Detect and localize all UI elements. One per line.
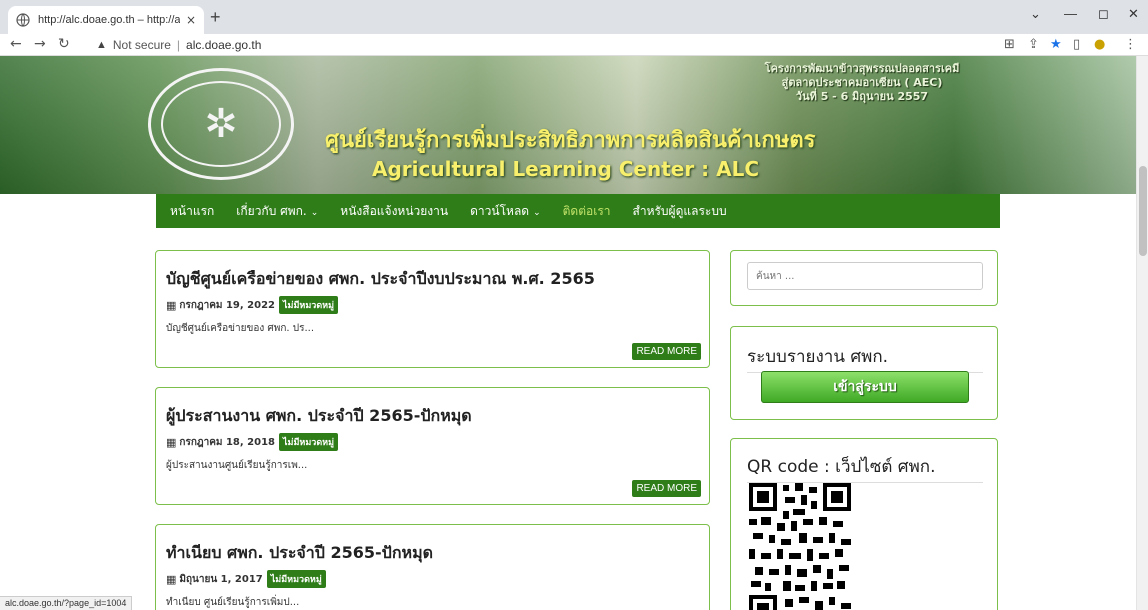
banner-title-thai: ศูนย์เรียนรู้การเพิ่มประสิทธิภาพการผลิตส… — [325, 128, 816, 153]
qr-widget-title: QR code : เว็ปไซต์ ศพก. — [747, 453, 983, 483]
post-excerpt: บัญชีศูนย์เครือข่ายของ ศพก. ปร... — [166, 323, 315, 334]
address-separator: | — [176, 38, 181, 52]
chevron-down-icon: ⌄ — [533, 207, 541, 218]
category-badge[interactable]: ไม่มีหมวดหมู่ — [279, 296, 339, 314]
post-meta: ▦ กรกฎาคม 18, 2018 ไม่มีหมวดหมู่ — [166, 433, 339, 451]
post-card: บัญชีศูนย์เครือข่ายของ ศพก. ประจำปีงบประ… — [155, 250, 710, 368]
post-card: ผู้ประสานงาน ศพก. ประจำปี 2565-ปักหมุด ▦… — [155, 387, 710, 505]
category-badge[interactable]: ไม่มีหมวดหมู่ — [279, 433, 339, 451]
read-more-button[interactable]: READ MORE — [632, 480, 701, 497]
post-card: ทำเนียบ ศพก. ประจำปี 2565-ปักหมุด ▦ มิถุ… — [155, 524, 710, 610]
post-meta: ▦ มิถุนายน 1, 2017 ไม่มีหมวดหมู่ — [166, 570, 326, 588]
post-title[interactable]: บัญชีศูนย์เครือข่ายของ ศพก. ประจำปีงบประ… — [166, 267, 595, 292]
post-date: มิถุนายน 1, 2017 — [179, 573, 263, 585]
browser-toolbar: ← → ↻ ▲ Not secure | alc.doae.go.th ⊞ ⇪ … — [0, 34, 1148, 56]
calendar-icon: ▦ — [166, 298, 177, 312]
nav-item-admin[interactable]: สำหรับผู้ดูแลระบบ — [633, 202, 727, 221]
share-icon[interactable]: ⇪ — [1028, 37, 1039, 52]
post-title[interactable]: ผู้ประสานงาน ศพก. ประจำปี 2565-ปักหมุด — [166, 404, 472, 429]
browser-tab-bar: http://alc.doae.go.th – http://alc. × + … — [0, 0, 1148, 34]
logo-emblem-icon: ✲ — [204, 101, 238, 147]
search-input[interactable] — [747, 262, 983, 290]
post-excerpt: ผู้ประสานงานศูนย์เรียนรู้การเพ... — [166, 460, 308, 471]
scrollbar-thumb[interactable] — [1139, 166, 1147, 256]
maximize-icon[interactable]: ◻ — [1098, 6, 1109, 22]
url-text: alc.doae.go.th — [186, 38, 262, 52]
report-widget-title: ระบบรายงาน ศพก. — [747, 343, 983, 373]
profile-avatar-icon[interactable]: ● — [1094, 37, 1105, 52]
qr-code-image — [749, 483, 851, 610]
bookmark-star-icon[interactable]: ★ — [1050, 37, 1062, 52]
site-banner: ✲ โครงการพัฒนาข้าวสุพรรณปลอดสารเคมี สู่ต… — [0, 56, 1136, 194]
post-title[interactable]: ทำเนียบ ศพก. ประจำปี 2565-ปักหมุด — [166, 541, 433, 566]
qr-widget: QR code : เว็ปไซต์ ศพก. — [730, 438, 998, 610]
tab-title: http://alc.doae.go.th – http://alc. — [38, 14, 180, 26]
banner-project-text: โครงการพัฒนาข้าวสุพรรณปลอดสารเคมี สู่ตลา… — [764, 62, 960, 103]
new-tab-button[interactable]: + — [210, 7, 221, 28]
back-icon[interactable]: ← — [10, 36, 22, 52]
read-more-button[interactable]: READ MORE — [632, 343, 701, 360]
post-meta: ▦ กรกฎาคม 19, 2022 ไม่มีหมวดหมู่ — [166, 296, 339, 314]
nav-item-contact[interactable]: ติดต่อเรา — [563, 202, 611, 221]
doae-logo: ✲ — [148, 68, 294, 180]
not-secure-label: Not secure — [112, 38, 171, 52]
minimize-icon[interactable]: — — [1064, 6, 1077, 21]
status-bar: alc.doae.go.th/?page_id=1004 — [0, 596, 133, 610]
window-close-icon[interactable]: ✕ — [1128, 6, 1139, 22]
warning-icon[interactable]: ▲ — [96, 39, 107, 51]
page-scrollbar[interactable] — [1136, 56, 1148, 610]
nav-item-notices[interactable]: หนังสือแจ้งหน่วยงาน — [340, 202, 448, 221]
forward-icon[interactable]: → — [34, 36, 46, 52]
report-widget: ระบบรายงาน ศพก. เข้าสู่ระบบ — [730, 326, 998, 420]
address-bar[interactable]: ▲ Not secure | alc.doae.go.th — [96, 36, 976, 54]
category-badge[interactable]: ไม่มีหมวดหมู่ — [266, 570, 326, 588]
sidepanel-icon[interactable]: ▯ — [1073, 37, 1080, 52]
nav-item-about[interactable]: เกี่ยวกับ ศพก. ⌄ — [236, 202, 318, 221]
main-navigation: หน้าแรก เกี่ยวกับ ศพก. ⌄ หนังสือแจ้งหน่วย… — [156, 194, 1000, 228]
calendar-icon: ▦ — [166, 572, 177, 586]
reload-icon[interactable]: ↻ — [58, 36, 70, 52]
nav-item-home[interactable]: หน้าแรก — [170, 202, 214, 221]
banner-title-english: Agricultural Learning Center : ALC — [372, 157, 760, 181]
tab-close-icon[interactable]: × — [186, 13, 196, 27]
browser-tab[interactable]: http://alc.doae.go.th – http://alc. × — [8, 6, 204, 34]
page-viewport: ✲ โครงการพัฒนาข้าวสุพรรณปลอดสารเคมี สู่ต… — [0, 56, 1136, 610]
translate-icon[interactable]: ⊞ — [1004, 37, 1015, 52]
nav-item-download[interactable]: ดาวน์โหลด ⌄ — [470, 202, 541, 221]
post-date: กรกฎาคม 19, 2022 — [179, 299, 276, 311]
tab-search-icon[interactable]: ⌄ — [1030, 6, 1041, 22]
login-button[interactable]: เข้าสู่ระบบ — [761, 371, 969, 403]
chevron-down-icon: ⌄ — [310, 207, 319, 218]
search-widget — [730, 250, 998, 306]
post-excerpt: ทำเนียบ ศูนย์เรียนรู้การเพิ่มป... — [166, 597, 300, 608]
post-date: กรกฎาคม 18, 2018 — [179, 436, 276, 448]
globe-icon — [16, 13, 30, 27]
menu-dots-icon[interactable]: ⋮ — [1124, 37, 1137, 52]
calendar-icon: ▦ — [166, 435, 177, 449]
